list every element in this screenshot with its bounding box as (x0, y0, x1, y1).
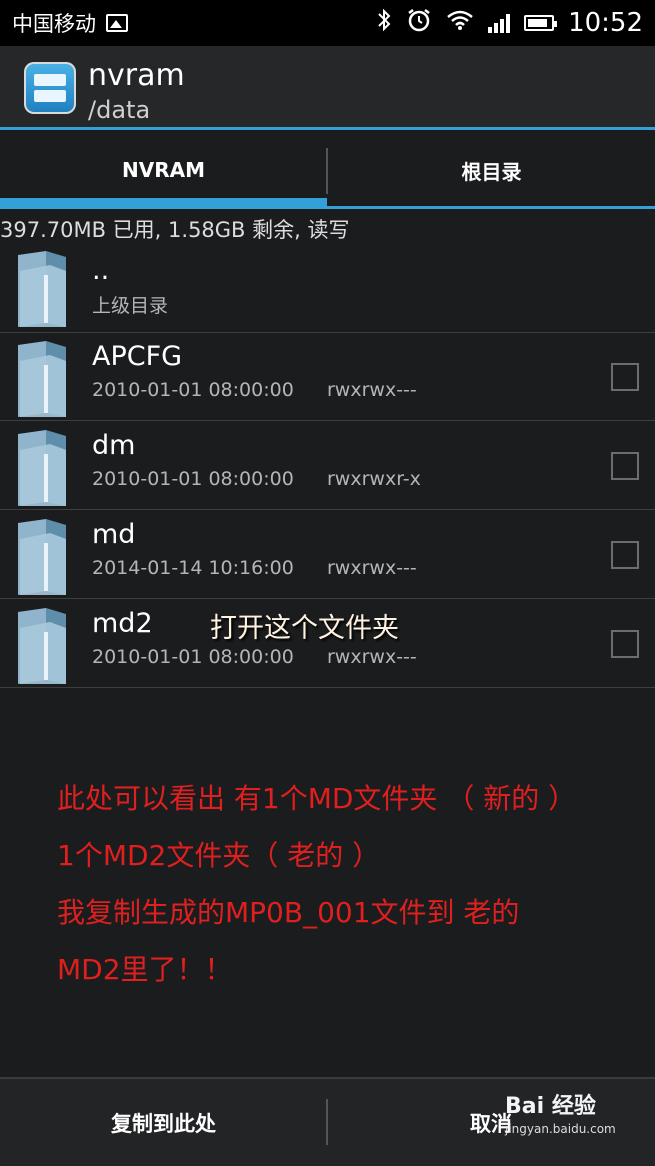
list-item-md[interactable]: md 2014-01-14 10:16:00 rwxrwx--- (0, 511, 655, 599)
file-name: dm (92, 430, 136, 461)
bluetooth-icon (376, 8, 392, 39)
battery-icon (524, 15, 558, 31)
tab-selected-indicator (0, 198, 327, 208)
tab-bar: NVRAM 根目录 (0, 130, 655, 210)
folder-path: /data (88, 96, 151, 124)
list-item-dm[interactable]: dm 2010-01-01 08:00:00 rwxrwxr-x (0, 422, 655, 510)
file-name: md2 (92, 608, 153, 639)
file-date: 2014-01-14 10:16:00 (92, 557, 294, 579)
file-permissions: rwxrwx--- (327, 557, 417, 579)
list-item-parent-directory[interactable]: .. 上级目录 (0, 243, 655, 333)
clock: 10:52 (568, 8, 643, 38)
file-permissions: rwxrwxr-x (327, 468, 421, 490)
folder-icon (18, 430, 66, 506)
file-date: 2010-01-01 08:00:00 (92, 468, 294, 490)
app-bar: nvram /data (0, 46, 655, 130)
select-checkbox[interactable] (611, 630, 639, 658)
watermark-brand: Bai 经验 (505, 1094, 596, 1119)
file-name: APCFG (92, 341, 183, 372)
baidu-watermark: Bai 经验 jingyan.baidu.com (505, 1088, 616, 1136)
annotation-line: 此处可以看出 有1个MD文件夹 （ 新的 ） (57, 782, 577, 815)
folder-icon (18, 608, 66, 684)
list-item-apcfg[interactable]: APCFG 2010-01-01 08:00:00 rwxrwx--- (0, 333, 655, 421)
alarm-icon (406, 7, 432, 40)
annotation-line: 我复制生成的MP0B_001文件到 老的 (57, 896, 520, 929)
file-date: 2010-01-01 08:00:00 (92, 646, 294, 668)
red-annotation-text: 此处可以看出 有1个MD文件夹 （ 新的 ） 1个MD2文件夹（ 老的 ） 我复… (57, 770, 647, 998)
file-permissions: rwxrwx--- (327, 379, 417, 401)
annotation-line: 1个MD2文件夹（ 老的 ） (57, 839, 381, 872)
folder-title: nvram (88, 58, 185, 93)
cell-signal-icon (488, 13, 511, 33)
tab-root-directory[interactable]: 根目录 (328, 130, 655, 210)
folder-icon (18, 251, 66, 327)
watermark-url: jingyan.baidu.com (505, 1122, 616, 1136)
copy-here-button[interactable]: 复制到此处 (0, 1079, 327, 1166)
storage-info: 397.70MB 已用, 1.58GB 剩余, 读写 (0, 218, 350, 242)
open-folder-annotation: 打开这个文件夹 (210, 613, 399, 644)
carrier-label: 中国移动 (12, 12, 96, 36)
file-subtitle: 上级目录 (92, 295, 169, 317)
select-checkbox[interactable] (611, 363, 639, 391)
file-date: 2010-01-01 08:00:00 (92, 379, 294, 401)
folder-icon (18, 519, 66, 595)
wifi-icon (446, 8, 474, 38)
file-permissions: rwxrwx--- (327, 646, 417, 668)
select-checkbox[interactable] (611, 541, 639, 569)
annotation-line: MD2里了！！ (57, 953, 233, 986)
status-bar: 中国移动 10:52 (0, 0, 655, 46)
select-checkbox[interactable] (611, 452, 639, 480)
file-name: md (92, 519, 136, 550)
file-manager-app-icon[interactable] (24, 62, 76, 114)
image-notification-icon (106, 14, 128, 32)
folder-icon (18, 341, 66, 417)
file-name: .. (92, 255, 110, 286)
